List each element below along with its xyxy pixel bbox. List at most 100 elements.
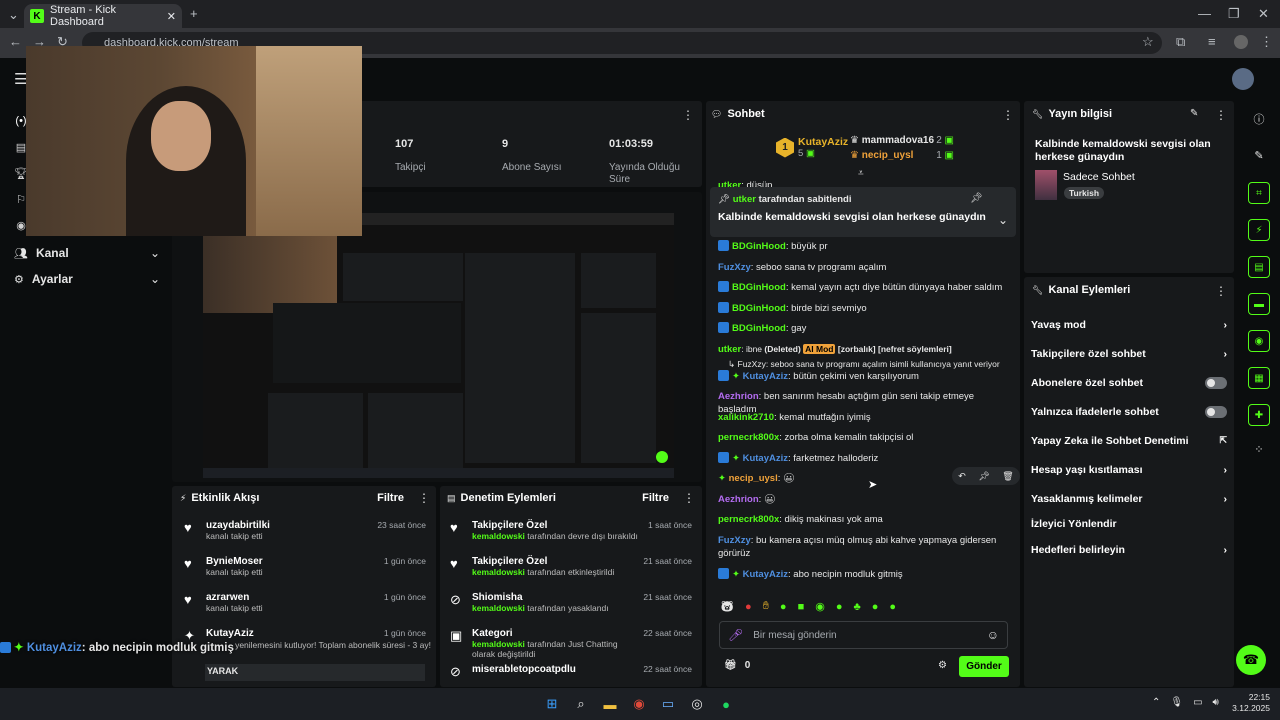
maximize-icon[interactable]: ❐ [1228,6,1240,22]
sidebar-item-kanal[interactable]: 👥︎ Kanal ⌄ [14,246,160,260]
chat-message-moderated[interactable]: utker: ibne (Deleted) AI Mod [zorbalık] … [718,343,1014,359]
network-icon[interactable]: ▭ [1193,697,1202,708]
chat-message[interactable]: ✦ KutayAziz: bütün çekimi ven karşılıyor… [718,369,1014,391]
moderation-row[interactable]: ▣ Kategori kemaldowski tarafından Just Cha… [450,628,692,664]
emote-icon[interactable]: ● [780,601,787,613]
emote-icon[interactable]: ● [872,601,879,613]
emote-icon[interactable]: ◉ [815,600,825,613]
minimize-icon[interactable]: — [1198,6,1211,21]
tab-menu-icon[interactable]: ⌄ [8,7,19,23]
chat-message[interactable]: BDGinHood: birde bizi sevmiyo [718,301,1014,323]
activity-more-icon[interactable]: ⋮ [418,491,430,505]
moderation-row[interactable]: ♥ Takipçilere Özel kemaldowski tarafından … [450,520,692,556]
action-slow-mode[interactable]: Yavaş mod › [1031,310,1227,339]
action-followers-only[interactable]: Takipçilere özel sohbet › [1031,339,1227,368]
chrome-menu-icon[interactable]: ⋮ [1260,34,1273,50]
browser-tab[interactable]: K Stream - Kick Dashboard ✕ [24,4,182,28]
clock[interactable]: 22:15 3.12.2025 [1232,692,1270,714]
layout-icon[interactable]: ▦ [1248,367,1270,389]
bookmark-star-icon[interactable]: ☆ [1142,34,1154,50]
chat-message[interactable]: BDGinHood: gay [718,322,1014,343]
unpin-icon[interactable]: 📌︎ [970,193,983,204]
activity-filter-button[interactable]: Filtre [377,492,404,504]
leaderboard-second[interactable]: ♛ mammadova16 2 ▣ [850,135,954,146]
search-icon[interactable]: ⌕ [571,694,591,714]
apps-icon[interactable]: ⁘ [1248,438,1270,460]
edit-tool-icon[interactable]: ✎ [1248,144,1270,166]
microphone-tray-icon[interactable]: 🎙︎ [1170,697,1183,708]
chat-tool-icon[interactable]: ▬ [1248,293,1270,315]
chat-message[interactable]: BDGinHood: büyük pr [718,240,1014,261]
emote-icon[interactable]: ■ [798,601,805,613]
windows-start-icon[interactable]: ⊞ [542,694,562,714]
media-icon[interactable]: ≡ [1208,34,1216,49]
info-icon[interactable]: ⓘ [1248,108,1270,130]
delete-action-icon[interactable]: 🗑︎ [1002,471,1013,482]
profile-avatar[interactable] [1234,35,1248,49]
emote-icon[interactable]: ● [889,601,896,613]
tools-icon[interactable]: ✚ [1248,404,1270,426]
emote-icon[interactable]: ✋︎ [763,600,769,613]
emote-icon[interactable]: ● [745,601,752,613]
support-icon[interactable]: ☎ [1236,645,1266,675]
chat-message[interactable]: ✦ KutayAziz: abo necipin modluk gitmiş [718,567,1014,589]
back-icon[interactable]: ← [9,34,22,49]
emotes-only-toggle[interactable] [1205,405,1227,418]
photos-icon[interactable]: ▭ [658,694,678,714]
chat-input[interactable]: 🎤︎ Bir mesaj gönderin ☺ [719,621,1008,649]
clip-icon[interactable]: ⌗ [1248,182,1270,204]
chat-message[interactable]: xalikink2710: kemal mutfağın iyimiş [718,411,1014,432]
chat-message[interactable]: FuzXzy: seboo sana tv programı açalım [718,261,1014,282]
file-explorer-icon[interactable]: ▬ [600,694,620,714]
action-account-age[interactable]: Hesap yaşı kısıtlaması › [1031,455,1227,484]
action-ai-moderation[interactable]: Yapay Zeka ile Sohbet Denetimi ⇱ [1031,426,1227,455]
action-banned-words[interactable]: Yasaklanmış kelimeler › [1031,484,1227,513]
action-emotes-only[interactable]: Yalnızca ifadelerle sohbet [1031,397,1227,426]
action-goals[interactable]: Hedefleri belirleyin › [1031,535,1227,564]
emote-icon[interactable]: ● [836,601,843,613]
leaderboard-third[interactable]: ♛ necip_uysl 1 ▣ [850,150,954,161]
chat-message[interactable]: FuzXzy: bu kamera açısı müq olmuş abi ka… [718,534,1014,568]
extensions-icon[interactable]: ⧉ [1176,34,1185,50]
close-window-icon[interactable]: ✕ [1258,6,1269,22]
activity-row[interactable]: ♥ uzaydabirtilki kanalı takip etti 23 saat … [184,520,426,556]
action-host[interactable]: İzleyici Yönlendir [1031,513,1227,535]
tray-chevron-icon[interactable]: ⌃ [1152,697,1160,708]
close-tab-icon[interactable]: ✕ [167,10,176,23]
subscribers-only-toggle[interactable] [1205,376,1227,389]
microphone-icon[interactable]: 🎤︎ [728,628,743,642]
emoji-picker-icon[interactable]: ☺ [987,628,999,642]
moderation-row[interactable]: ♥ Takipçilere Özel kemaldowski tarafından … [450,556,692,592]
lightning-icon[interactable]: ⚡︎ [1248,219,1270,241]
moderation-row[interactable]: ⊘ miserabletopcoatpdlu 22 saat önce [450,664,692,684]
broadcast-icon[interactable]: ◉ [1248,330,1270,352]
stream-info-more-icon[interactable]: ⋮ [1215,108,1227,122]
chat-message[interactable]: Aezhrion: 😬︎ [718,493,1014,514]
moderation-filter-button[interactable]: Filtre [642,492,669,504]
emote-icon[interactable]: 🐻︎ [720,600,734,613]
activity-row[interactable]: ♥ azrarwen kanalı takip etti 1 gün önce [184,592,426,628]
chat-message[interactable]: pernecrk800x: dikiş makinası yok ama [718,513,1014,534]
steam-icon[interactable]: ◎ [687,694,707,714]
moderation-row[interactable]: ⊘ Shiomisha kemaldowski tarafından yasakla… [450,592,692,628]
edit-icon[interactable]: ✎ [1190,108,1198,119]
sidebar-item-ayarlar[interactable]: ⚙ Ayarlar ⌄ [14,272,160,286]
action-subscribers-only[interactable]: Abonelere özel sohbet [1031,368,1227,397]
chrome-icon[interactable]: ◉ [629,694,649,714]
emote-icon[interactable]: ♣ [853,601,860,613]
stream-preview-video[interactable] [203,213,674,478]
moderation-more-icon[interactable]: ⋮ [683,491,695,505]
chat-message[interactable]: pernecrk800x: zorba olma kemalin takipçi… [718,431,1014,452]
channel-actions-more-icon[interactable]: ⋮ [1215,284,1227,298]
collapse-leaderboard-icon[interactable]: ⩡ [858,168,864,179]
chat-message[interactable]: BDGinHood: kemal yayın açtı diye bütün d… [718,281,1014,302]
channel-points[interactable]: 🎁︎ 0 [724,660,750,671]
leaderboard-first[interactable]: 1 KutayAziz 5 ▣ [776,136,848,159]
spotify-icon[interactable]: ● [716,694,736,714]
chat-message[interactable]: Aezhrion: ben sanırım hesabı açtığım gün… [718,390,1014,415]
document-icon[interactable]: ▤ [1248,256,1270,278]
volume-icon[interactable]: 🔊︎ [1213,697,1219,708]
chat-settings-icon[interactable]: ⚙ [938,660,947,671]
chat-more-icon[interactable]: ⋮ [1002,108,1014,122]
send-button[interactable]: Gönder [959,656,1009,677]
